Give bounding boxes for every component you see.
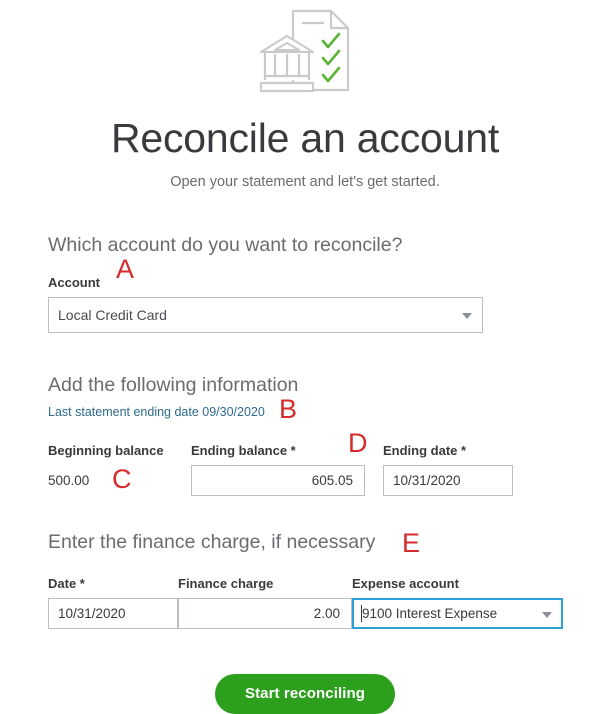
last-statement-link[interactable]: Last statement ending date 09/30/2020	[48, 404, 265, 420]
beginning-balance-group: Beginning balance 500.00	[48, 442, 191, 496]
start-reconciling-button[interactable]: Start reconciling	[214, 674, 396, 714]
hero-illustration	[0, 0, 610, 104]
page-title: Reconcile an account	[110, 115, 500, 161]
section-heading-information: Add the following information	[48, 374, 299, 396]
ending-date-group: Ending date *	[383, 442, 513, 496]
finance-charge-row: Date * Finance charge Expense account	[48, 575, 563, 629]
finance-charge-input[interactable]	[178, 598, 352, 629]
ending-date-input[interactable]	[383, 465, 513, 496]
account-label: Account	[48, 275, 100, 290]
expense-account-select[interactable]	[352, 598, 563, 629]
section-heading-account: Which account do you want to reconcile?	[48, 234, 403, 256]
bank-statement-checklist-icon	[259, 9, 350, 93]
page-subtitle: Open your statement and let's get starte…	[170, 174, 440, 190]
reconcile-form: Which account do you want to reconcile? …	[0, 233, 610, 714]
finance-charge-label: Finance charge	[178, 576, 274, 591]
expense-account-group: Expense account	[352, 575, 563, 629]
text-cursor	[361, 605, 362, 622]
account-field-group: Account	[48, 274, 562, 333]
ending-balance-group: Ending balance *	[191, 442, 383, 496]
expense-account-label: Expense account	[352, 576, 459, 591]
action-row: Start reconciling	[48, 674, 562, 714]
ending-date-label: Ending date *	[383, 443, 467, 458]
beginning-balance-value: 500.00	[48, 473, 90, 488]
date-input[interactable]	[48, 598, 178, 629]
finance-charge-group: Finance charge	[178, 575, 352, 629]
balances-row: Beginning balance 500.00 Ending balance …	[48, 442, 562, 496]
account-select-input[interactable]	[48, 297, 483, 333]
expense-account-input[interactable]	[352, 598, 563, 629]
beginning-balance-label: Beginning balance	[48, 443, 164, 458]
section-heading-finance-charge: Enter the finance charge, if necessary	[48, 531, 376, 553]
ending-balance-label: Ending balance *	[191, 443, 296, 458]
date-group: Date *	[48, 575, 178, 629]
date-label: Date *	[48, 576, 85, 591]
account-select[interactable]	[48, 297, 483, 333]
ending-balance-input[interactable]	[191, 465, 365, 496]
